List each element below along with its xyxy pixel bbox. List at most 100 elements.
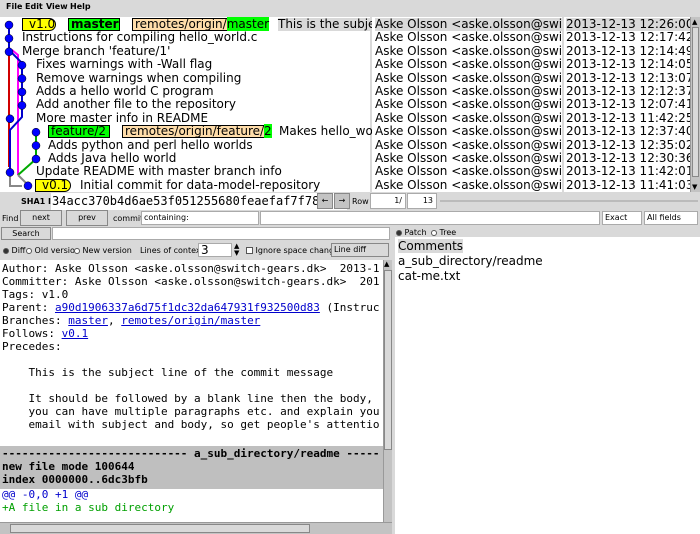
commit-subject[interactable]: Adds a hello world C program [36,85,214,98]
file-item-comments[interactable]: Comments [398,239,464,253]
commit-node-icon[interactable] [17,74,27,83]
commit-author[interactable]: Aske Olsson <aske.olsson@switcl [375,44,562,58]
commit-node-icon[interactable] [17,60,27,70]
commit-node-icon[interactable] [5,114,15,124]
commit-node-icon[interactable] [31,127,41,137]
commit-author[interactable]: Aske Olsson <aske.olsson@switcl [375,85,562,98]
find-next-button[interactable]: next [20,210,62,226]
ignore-space-checkbox[interactable]: Ignore space change [246,246,339,255]
remote-branch-ref[interactable]: remotes/origin/master [132,17,270,31]
commit-date[interactable]: 2013-12-13 12:14:49 [566,44,693,58]
commit-date[interactable]: 2013-12-13 11:42:25 [566,111,693,125]
scroll-down-icon[interactable]: ▼ [692,183,699,191]
file-item-cat-me[interactable]: cat-me.txt [398,269,460,283]
search-button[interactable]: Search [1,227,51,240]
commit-date[interactable]: 2013-12-13 12:35:02 [566,138,693,152]
commit-author[interactable]: Aske Olsson <aske.olsson@switcl [375,165,562,178]
commit-subject[interactable]: Adds Java hello world [48,152,176,165]
menu-edit[interactable]: Edit [25,2,43,11]
diff-mode-select[interactable]: Line diff [331,243,389,257]
commit-node-icon[interactable] [31,154,41,164]
commit-date[interactable]: 2013-12-13 12:13:07 [566,71,693,85]
commit-date[interactable]: 2013-12-13 12:37:40 [566,125,693,138]
commit-date[interactable]: 2013-12-13 11:41:03 [566,178,693,192]
forward-button[interactable]: → [334,193,350,209]
back-button[interactable]: ← [317,193,333,209]
detail-scroll-thumb[interactable] [384,270,392,450]
radio-diff[interactable]: Diff [3,246,25,255]
commit-node-icon[interactable] [17,87,27,97]
commit-subject[interactable]: Add another file to the repository [36,98,236,111]
commit-author[interactable]: Aske Olsson <aske.olsson@switcl [375,31,562,44]
scroll-up-icon[interactable]: ▲ [692,18,699,26]
commit-subject[interactable]: Fixes warnings with -Wall flag [36,58,212,71]
commit-node-icon[interactable] [31,141,41,150]
commit-author[interactable]: Aske Olsson <aske.olsson@switcl [375,111,562,125]
commit-subject[interactable]: Remove warnings when compiling [36,71,241,85]
history-scroll-thumb[interactable] [692,27,699,177]
find-match-select[interactable]: Exact [602,211,642,225]
commit-date[interactable]: 2013-12-13 11:42:01 [566,165,693,178]
sha-input[interactable]: 34acc370b4d6ae53f051255680feaefaf7f7850d [51,193,347,210]
commit-node-icon[interactable] [5,168,15,177]
detail-hscrollbar[interactable] [0,522,392,534]
commit-subject[interactable]: This is the subje [278,18,376,31]
find-mode-select[interactable]: containing: [141,211,259,225]
commit-date[interactable]: 2013-12-13 12:17:42 [566,31,693,44]
commit-author[interactable]: Aske Olsson <aske.olsson@switcl [375,178,562,192]
scroll-up-icon[interactable]: ▲ [384,260,392,268]
commit-author[interactable]: Aske Olsson <aske.olsson@switcl [375,71,562,85]
commit-node-icon[interactable] [17,101,27,110]
radio-old-version[interactable]: Old version [26,246,80,255]
branch-remote-master-link[interactable]: remotes/origin/master [121,314,260,327]
commit-date[interactable]: 2013-12-13 12:26:00 [566,18,694,31]
history-scrollbar[interactable]: ▲ ▼ [690,17,700,192]
context-spinbox[interactable]: 3 [198,243,232,257]
branch-master-link[interactable]: master [68,314,108,327]
tag-ref[interactable]: v0.1 [35,178,71,192]
commit-author[interactable]: Aske Olsson <aske.olsson@switcl [375,98,562,111]
commit-author[interactable]: Aske Olsson <aske.olsson@switcl [375,125,562,138]
menu-help[interactable]: Help [70,2,91,11]
commit-author[interactable]: Aske Olsson <aske.olsson@switcl [375,58,562,71]
radio-tree[interactable]: Tree [431,228,456,237]
hunk-header: @@ -0,0 +1 @@ [2,488,89,501]
commit-node-icon[interactable] [4,34,14,43]
row-total: 13 [407,193,437,209]
search-input[interactable] [52,227,390,240]
detail-hscroll-thumb[interactable] [10,524,310,533]
file-item-readme[interactable]: a_sub_directory/readme [398,254,543,268]
find-prev-button[interactable]: prev [66,210,108,226]
commit-subject[interactable]: Merge branch 'feature/1' [22,44,170,58]
radio-new-version[interactable]: New version [74,246,132,255]
parent-sha-link[interactable]: a90d1906337a6d75f1dc32da647931f932500d83 [55,301,320,314]
head-branch-ref[interactable]: master [68,18,120,31]
commit-subject[interactable]: Update README with master branch info [36,165,282,178]
commit-subject[interactable]: Makes hello_wor [279,125,378,138]
find-input[interactable] [260,211,600,225]
tag-ref[interactable]: v1.0 [22,18,56,31]
commit-node-icon[interactable] [23,181,33,191]
commit-subject[interactable]: Adds python and perl hello worlds [48,138,253,152]
commit-subject[interactable]: Instructions for compiling hello_world.c [22,31,257,44]
commit-author[interactable]: Aske Olsson <aske.olsson@switcl [375,152,562,165]
commit-date[interactable]: 2013-12-13 12:14:05 [566,58,693,71]
find-fields-select[interactable]: All fields [644,211,698,225]
commit-date[interactable]: 2013-12-13 12:07:41 [566,98,693,111]
commit-node-icon[interactable] [4,20,14,30]
commit-date[interactable]: 2013-12-13 12:12:37 [566,85,693,98]
commit-date[interactable]: 2013-12-13 12:30:36 [566,152,693,165]
commit-node-icon[interactable] [4,47,14,57]
commit-author[interactable]: Aske Olsson <aske.olsson@switcl [375,138,562,152]
commit-subject[interactable]: Initial commit for data-model-repository [80,178,320,192]
menu-file[interactable]: File [6,2,22,11]
spin-arrows-icon[interactable]: ▲ ▼ [234,243,239,257]
menu-view[interactable]: View [46,2,68,11]
remote-branch-ref[interactable]: remotes/origin/feature/2 [122,124,272,139]
detail-vscrollbar[interactable]: ▲ [383,260,392,524]
branch-ref[interactable]: feature/2 [48,125,110,139]
commit-author[interactable]: Aske Olsson <aske.olsson@switcl [375,18,562,31]
radio-patch[interactable]: Patch [396,228,427,237]
commit-subject[interactable]: More master info in README [36,111,208,125]
follows-tag-link[interactable]: v0.1 [62,327,89,340]
